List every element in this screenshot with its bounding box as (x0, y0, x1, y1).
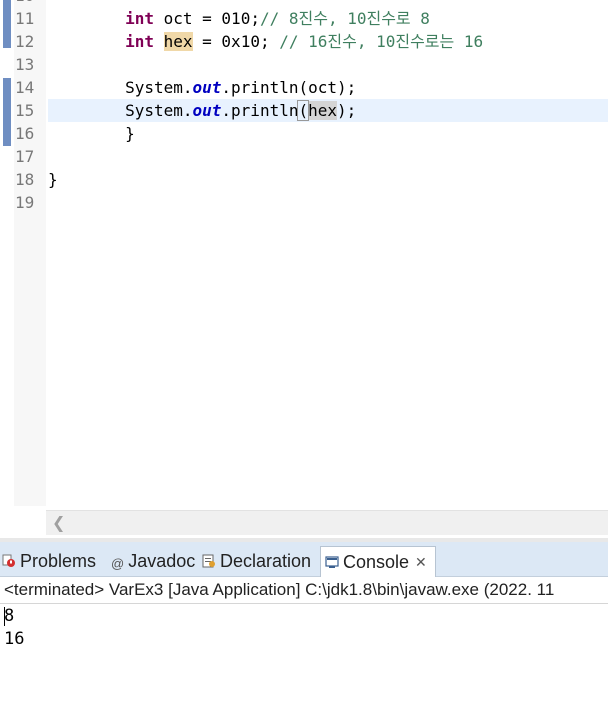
code-line-15-current[interactable]: System.out.println(hex); (48, 99, 608, 122)
tab-javadoc[interactable]: @ Javadoc (111, 546, 195, 576)
matching-bracket: ( (297, 100, 310, 121)
line-number: 12 (15, 32, 35, 51)
tab-console-active[interactable]: Console ✕ (320, 546, 436, 578)
line-number: 16 (15, 124, 35, 143)
keyword-int: int (125, 32, 154, 51)
field-out: out (192, 101, 222, 120)
line-number: 14 (15, 78, 35, 97)
console-output-line: 16 (4, 629, 25, 649)
code-line-11[interactable]: int oct = 010;// 8진수, 10진수로 8 (48, 7, 608, 30)
method-call: .println( (221, 78, 309, 97)
change-marker (3, 0, 11, 48)
console-output[interactable]: 8 16 (4, 605, 24, 651)
console-output-line: 8 (4, 606, 15, 626)
assign-op: = (192, 9, 222, 28)
line-number: 15 (15, 101, 35, 120)
tab-declaration[interactable]: Declaration (202, 546, 311, 576)
literal-value: 0x10 (221, 32, 260, 51)
line-number: 19 (15, 193, 35, 212)
console-icon (325, 556, 339, 568)
argument-oct: oct (308, 78, 338, 97)
overview-ruler-left (0, 0, 14, 538)
code-line-14[interactable]: System.out.println(oct); (48, 76, 608, 99)
statement-end: ); (337, 78, 357, 97)
variable-oct[interactable]: oct (164, 9, 193, 28)
semicolon: ; (250, 9, 260, 28)
statement-end: ); (337, 101, 357, 120)
code-line-18[interactable]: } (48, 168, 608, 191)
bottom-panel-tabbar: Problems @ Javadoc Declaration Console ✕ (0, 542, 608, 578)
tab-label: Javadoc (128, 551, 196, 571)
comment: // 16진수, 10진수로는 16 (279, 32, 484, 51)
line-number: 18 (15, 170, 35, 189)
at-sign-icon: @ (111, 556, 125, 571)
variable-hex-highlighted[interactable]: hex (163, 32, 193, 51)
code-editor[interactable]: 10 11 12 13 14 15 16 17 18 19 int oct = … (0, 0, 608, 538)
line-number: 17 (15, 147, 35, 166)
tab-label: Console (343, 552, 410, 572)
problems-icon (2, 554, 15, 567)
code-line-16[interactable]: } (48, 122, 608, 145)
tab-label: Declaration (220, 551, 312, 571)
line-number-gutter: 10 11 12 13 14 15 16 17 18 19 (14, 0, 46, 506)
keyword-int: int (125, 9, 154, 28)
line-number: 10 (14, 0, 46, 7)
scroll-left-arrow-icon[interactable]: ❮ (52, 513, 65, 532)
line-number: 11 (15, 9, 35, 28)
console-status: <terminated> VarEx3 [Java Application] C… (0, 577, 608, 604)
dot: . (182, 78, 193, 97)
field-out: out (192, 78, 222, 97)
comment: // 8진수, 10진수로 8 (259, 9, 430, 28)
horizontal-scrollbar[interactable]: ❮ (46, 510, 608, 535)
change-marker (3, 78, 11, 146)
close-icon[interactable]: ✕ (415, 554, 427, 570)
class-system: System (125, 101, 183, 120)
method-call: .println (221, 101, 299, 120)
semicolon: ; (259, 32, 280, 51)
tab-label: Problems (20, 551, 97, 571)
literal-value: 010 (221, 9, 251, 28)
line-number: 13 (15, 55, 35, 74)
tab-problems[interactable]: Problems (2, 546, 96, 576)
dot: . (182, 101, 193, 120)
assign-op: = (192, 32, 222, 51)
declaration-icon (202, 554, 215, 568)
class-system: System (125, 78, 183, 97)
code-line-12[interactable]: int hex = 0x10; // 16진수, 10진수로는 16 (48, 30, 608, 53)
argument-hex-highlighted: hex (308, 101, 338, 120)
